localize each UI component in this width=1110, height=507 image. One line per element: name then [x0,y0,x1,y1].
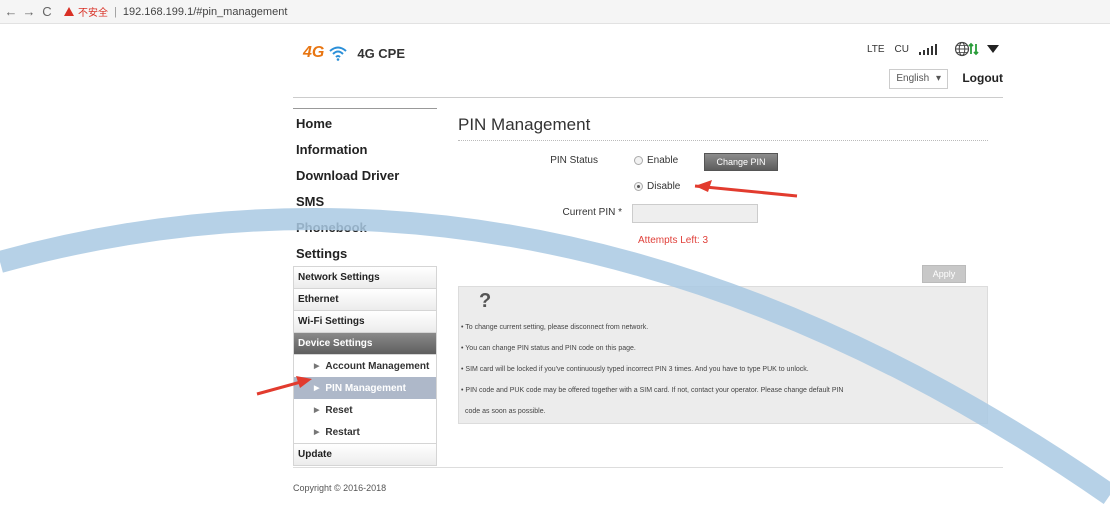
nav-ethernet[interactable]: Ethernet [294,289,436,311]
header-divider [293,97,1003,98]
status-bar: LTE CU [867,41,1003,57]
nav-phonebook[interactable]: Phonebook [293,214,437,240]
caret-right-icon: ▶ [314,385,320,392]
nav-information[interactable]: Information [293,136,437,162]
pin-status-label: PIN Status [550,155,598,166]
caret-right-icon: ▶ [314,429,320,436]
caret-right-icon: ▶ [314,363,320,370]
logo-4g-badge: 4G [303,44,325,61]
nav-restart-label: Restart [325,426,360,438]
language-selected: English [896,73,930,84]
network-type: LTE [866,43,885,55]
security-indicator[interactable]: 不安全 [64,4,114,19]
url-separator: | [114,5,117,18]
nav-device-settings[interactable]: Device Settings [294,333,436,355]
chevron-down-icon: ▾ [935,73,941,84]
help-line: • You can change PIN status and PIN code… [461,345,636,352]
radio-unchecked-icon [634,156,643,165]
router-page: 4G 4G CPE LTE CU English ▾ Logout Home I… [293,24,1003,507]
sidebar-nav: Home Information Download Driver SMS Pho… [293,110,437,466]
forward-button[interactable]: → [22,4,36,19]
nav-update[interactable]: Update [294,443,436,465]
warning-icon [64,7,74,16]
page-title: PIN Management [458,115,591,134]
nav-reset-label: Reset [325,404,353,416]
language-select[interactable]: English ▾ [889,69,948,89]
help-line: • To change current setting, please disc… [461,324,649,331]
nav-pin-management-label: PIN Management [325,382,406,394]
nav-pin-management[interactable]: ▶ PIN Management [294,377,436,399]
enable-radio[interactable]: Enable [634,155,678,166]
title-divider [458,140,988,141]
caret-right-icon: ▶ [314,407,320,414]
current-pin-input[interactable] [632,204,758,223]
reload-button[interactable]: C [40,4,54,19]
nav-reset[interactable]: ▶ Reset [294,399,436,421]
footer-divider [293,467,1003,468]
nav-account-management[interactable]: ▶ Account Management [294,355,436,377]
brand-logo: 4G 4G CPE [303,44,405,62]
back-button[interactable]: ← [4,4,18,19]
nav-network-settings[interactable]: Network Settings [294,267,436,289]
copyright-text: Copyright © 2016-2018 [293,483,387,493]
address-bar[interactable]: 192.168.199.1/#pin_management [123,6,288,18]
wifi-logo-icon [329,46,348,61]
nav-account-management-label: Account Management [325,360,430,372]
change-pin-button[interactable]: Change PIN [704,153,778,171]
disable-label: Disable [647,181,681,192]
help-line: • SIM card will be locked if you've cont… [461,366,809,373]
internet-connected-icon [955,41,979,57]
sidebar-top-divider [293,108,437,109]
operator-name: CU [894,43,909,55]
nav-wifi-settings[interactable]: Wi-Fi Settings [294,311,436,333]
signal-strength-icon [919,43,939,55]
product-name: 4G CPE [357,45,406,61]
attempts-left-text: Attempts Left: 3 [638,235,709,246]
nav-home[interactable]: Home [293,110,437,136]
logout-link[interactable]: Logout [962,71,1003,85]
help-list: • To change current setting, please disc… [461,317,981,422]
nav-download-driver[interactable]: Download Driver [293,162,437,188]
browser-toolbar: ← → C 不安全 | 192.168.199.1/#pin_managemen… [0,0,1110,24]
main-content: PIN Management PIN Status Enable Change … [458,110,988,424]
help-icon: ? [479,290,492,312]
current-pin-label: Current PIN * [562,207,622,218]
wifi-status-icon [987,45,999,53]
security-text: 不安全 [78,8,108,19]
help-panel: ? • To change current setting, please di… [458,286,988,424]
enable-label: Enable [647,155,679,166]
nav-sms[interactable]: SMS [293,188,437,214]
radio-checked-icon [634,182,643,191]
settings-submenu: Network Settings Ethernet Wi-Fi Settings… [293,266,437,466]
help-line: code as soon as possible. [465,408,546,415]
nav-settings[interactable]: Settings [293,240,437,266]
disable-radio[interactable]: Disable [634,181,680,192]
apply-button[interactable]: Apply [922,265,966,283]
nav-restart[interactable]: ▶ Restart [294,421,436,443]
help-line: • PIN code and PUK code may be offered t… [461,387,844,394]
